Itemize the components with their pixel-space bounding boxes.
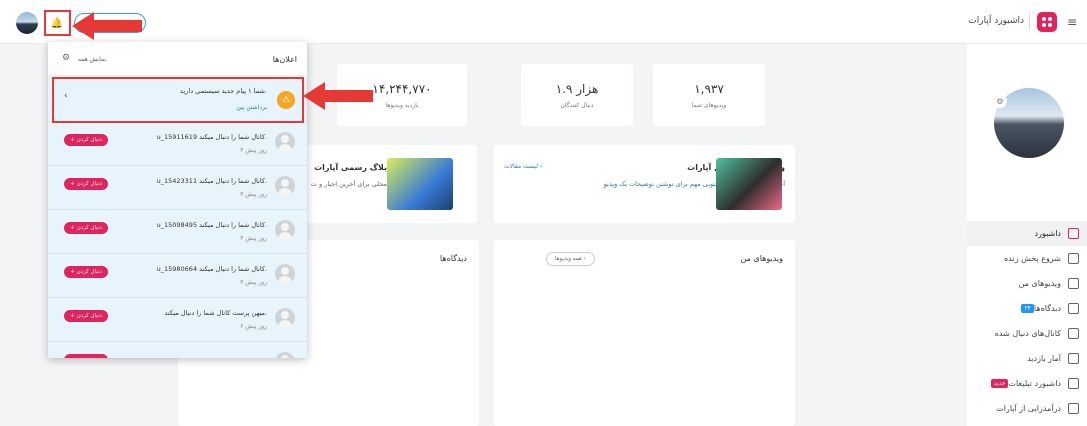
sidebar-item-comments[interactable]: ۲۴ دیدگاه‌ها xyxy=(967,296,1087,321)
sidebar-item-ads-dashboard[interactable]: جدید داشبورد تبلیغات xyxy=(967,371,1087,396)
notification-text: میهن پرست کانال شما را دنبال میکند. xyxy=(164,309,267,317)
notifications-title: اعلان‌ها xyxy=(272,55,297,64)
stat-card-followers: ۱.۹ هزار دنبال کنندگان xyxy=(521,64,633,126)
money-icon xyxy=(1068,403,1079,414)
blog-description: محلی برای آخرین اخبار و ت xyxy=(310,180,387,188)
sidebar-item-my-videos[interactable]: ویدیوهای من xyxy=(967,271,1087,296)
stat-card-videos: ۱,۹۳۷ ویدیوهای شما xyxy=(653,64,765,126)
gear-icon[interactable]: ⚙ xyxy=(62,53,70,63)
follow-button[interactable] xyxy=(64,354,108,358)
top-bar: ≡ داشبورد آپارات 🔔 xyxy=(0,0,1087,44)
stat-label: ویدیوهای شما xyxy=(691,102,727,109)
video-icon xyxy=(1068,278,1079,289)
arrow-to-system-notification xyxy=(303,82,373,110)
aparat-logo-icon[interactable] xyxy=(1037,12,1057,32)
gear-icon[interactable]: ⚙ xyxy=(993,94,1007,108)
sidebar-item-label: ویدیوهای من xyxy=(1018,279,1061,288)
sidebar-item-dashboard[interactable]: داشبورد xyxy=(967,221,1087,246)
sidebar-item-label: درآمدزایی از آپارات xyxy=(996,404,1061,413)
sidebar-nav: داشبورد شروع پخش زنده ویدیوهای من ۲۴ دید… xyxy=(967,221,1087,421)
system-notification-highlight-box xyxy=(52,77,304,123)
blog-card-official[interactable]: بلاگ رسمی آپارات محلی برای آخرین اخبار و… xyxy=(307,145,477,223)
comments-count-badge: ۲۴ xyxy=(1021,304,1034,313)
sidebar-item-stats[interactable]: آمار بازدید xyxy=(967,346,1087,371)
notifications-header: اعلان‌ها نمایش همه ⚙ xyxy=(48,42,307,76)
notification-time: ۳ روز پیش xyxy=(240,191,267,198)
follow-button[interactable]: + دنبال کردن xyxy=(64,134,108,146)
notification-time: ۶ روز پیش xyxy=(240,323,267,330)
arrow-to-bell xyxy=(72,12,142,40)
sidebar-item-label: داشبورد تبلیغات xyxy=(1008,379,1061,388)
notification-time: ۳ روز پیش xyxy=(240,279,267,286)
list-item[interactable]: u_15911619 کانال شما را دنبال میکند. ۳ ر… xyxy=(48,122,307,166)
blog-title: بلاگ رسمی آپارات xyxy=(314,163,387,172)
follow-button[interactable]: + دنبال کردن xyxy=(64,310,108,322)
avatar xyxy=(275,220,295,240)
follow-button[interactable]: + دنبال کردن xyxy=(64,222,108,234)
blog-thumbnail xyxy=(387,158,453,210)
sidebar-item-label: کانال‌های دنبال شده xyxy=(994,329,1061,338)
notification-time: ۳ روز پیش xyxy=(240,235,267,242)
ads-icon xyxy=(1068,378,1079,389)
list-item[interactable]: u_15423311 کانال شما را دنبال میکند. ۳ ر… xyxy=(48,166,307,210)
notification-text: u_15423311 کانال شما را دنبال میکند. xyxy=(156,177,267,185)
user-avatar[interactable] xyxy=(16,12,38,34)
avatar xyxy=(275,308,295,328)
list-item[interactable] xyxy=(48,342,307,358)
notification-text: u_15980664 کانال شما را دنبال میکند. xyxy=(156,265,267,273)
notification-text: u_15911619 کانال شما را دنبال میکند. xyxy=(156,133,267,141)
sidebar-item-label: داشبورد xyxy=(1034,229,1061,238)
blog-card-product[interactable]: وبلاگ تیم محصول آپارات آخرین مطلب: چند ن… xyxy=(494,145,795,223)
bell-highlight-box xyxy=(44,10,71,36)
list-item[interactable]: u_15098495 کانال شما را دنبال میکند. ۳ ر… xyxy=(48,210,307,254)
stat-label: دنبال کنندگان xyxy=(560,102,594,109)
panel-title: ویدیوهای من xyxy=(740,254,783,263)
list-item[interactable]: u_15980664 کانال شما را دنبال میکند. ۳ ر… xyxy=(48,254,307,298)
right-sidebar: ⚙ داشبورد شروع پخش زنده ویدیوهای من ۲۴ د… xyxy=(967,44,1087,426)
dashboard-icon xyxy=(1068,228,1079,239)
sidebar-item-label: شروع پخش زنده xyxy=(1004,254,1061,263)
sidebar-item-followed-channels[interactable]: کانال‌های دنبال شده xyxy=(967,321,1087,346)
notification-time: ۳ روز پیش xyxy=(240,147,267,154)
blog-thumbnail xyxy=(716,158,782,210)
stats-icon xyxy=(1068,353,1079,364)
stat-value: ۱.۹ هزار xyxy=(555,82,599,96)
brand-title[interactable]: داشبورد آپارات xyxy=(968,16,1024,26)
follow-button[interactable]: + دنبال کردن xyxy=(64,266,108,278)
notification-text: u_15098495 کانال شما را دنبال میکند. xyxy=(156,221,267,229)
topbar-divider xyxy=(1029,14,1030,30)
hamburger-icon[interactable]: ≡ xyxy=(1067,15,1077,29)
stat-value: ۱,۹۳۷ xyxy=(694,82,724,96)
new-badge: جدید xyxy=(990,379,1009,388)
sidebar-item-monetization[interactable]: درآمدزایی از آپارات xyxy=(967,396,1087,421)
channel-icon xyxy=(1068,328,1079,339)
avatar xyxy=(275,264,295,284)
avatar xyxy=(275,176,295,196)
panel-title: دیدگاه‌ها xyxy=(439,254,467,263)
follow-button[interactable]: + دنبال کردن xyxy=(64,178,108,190)
sidebar-item-label: آمار بازدید xyxy=(1027,354,1061,363)
articles-list-link[interactable]: لیست مقالات › xyxy=(504,163,542,170)
sidebar-item-live[interactable]: شروع پخش زنده xyxy=(967,246,1087,271)
avatar xyxy=(275,132,295,152)
live-icon xyxy=(1068,253,1079,264)
sidebar-item-label: دیدگاه‌ها xyxy=(1033,304,1061,313)
show-all-link[interactable]: نمایش همه xyxy=(78,56,106,63)
all-videos-button[interactable]: همه ویدیوها › xyxy=(546,252,595,266)
my-videos-panel: ویدیوهای من همه ویدیوها › xyxy=(494,240,795,426)
comment-icon xyxy=(1068,303,1079,314)
list-item[interactable]: میهن پرست کانال شما را دنبال میکند. ۶ رو… xyxy=(48,298,307,342)
avatar xyxy=(275,352,295,358)
